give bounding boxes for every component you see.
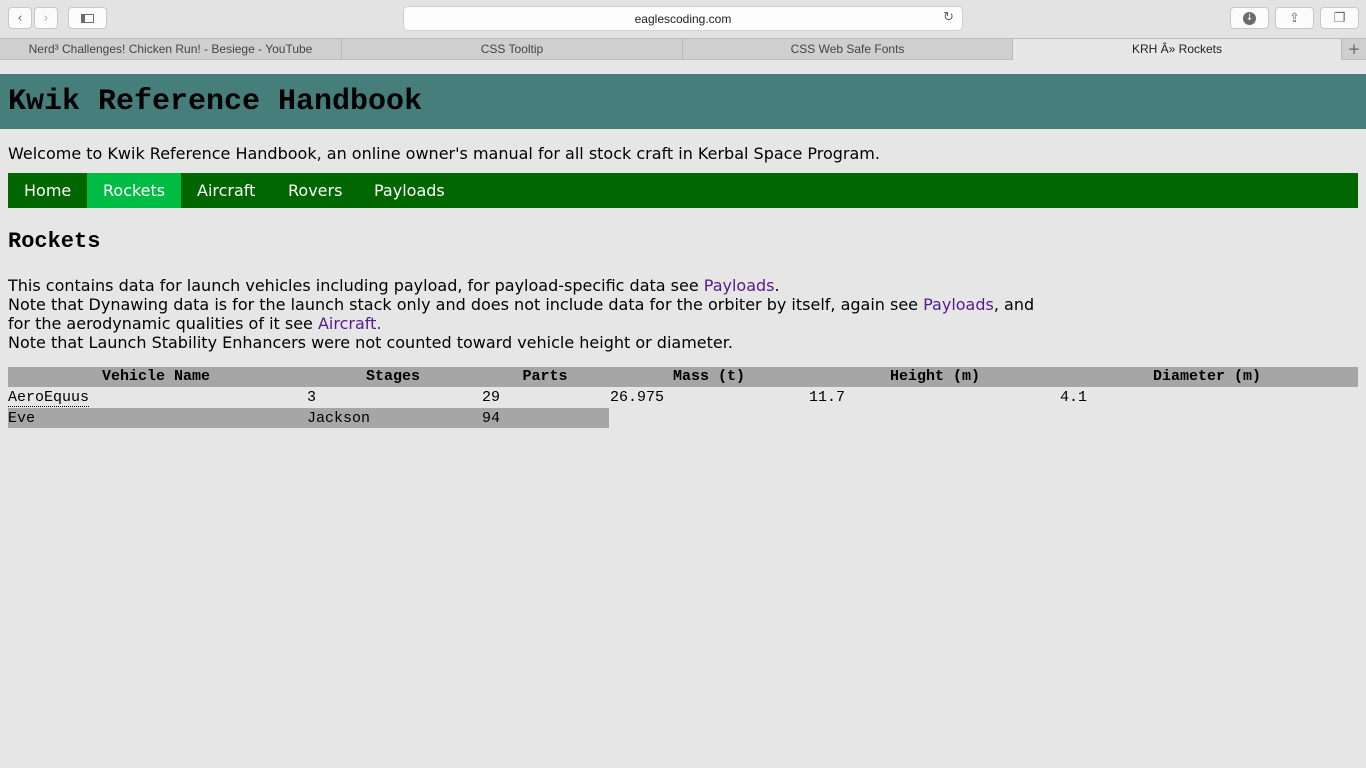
col-height: Height (m) <box>889 368 980 385</box>
col-parts: Parts <box>522 368 568 385</box>
col-diameter: Diameter (m) <box>1152 368 1262 385</box>
site-title: Kwik Reference Handbook <box>8 85 423 119</box>
site-header: Kwik Reference Handbook <box>0 74 1366 129</box>
new-tab-button[interactable]: + <box>1342 39 1366 60</box>
table-row: AeroEquus 3 29 26.975 11.7 4.1 <box>8 387 1358 407</box>
download-icon: ↓ <box>1243 11 1256 25</box>
address-bar[interactable]: eaglescoding.com ↻ <box>403 6 963 31</box>
col-vehicle-name: Vehicle Name <box>101 368 211 385</box>
tab-css-tooltip[interactable]: CSS Tooltip <box>342 39 683 60</box>
desc-line2-text: Note that Dynawing data is for the launc… <box>8 295 924 314</box>
cell-parts: 94 <box>482 410 501 427</box>
tab-css-web-safe-fonts[interactable]: CSS Web Safe Fonts <box>683 39 1013 60</box>
tabs-overview-button[interactable]: ❐ <box>1320 7 1359 29</box>
desc-line3-text: for the aerodynamic qualities of it see <box>8 314 318 333</box>
aircraft-link[interactable]: Aircraft. <box>318 314 382 333</box>
tab-krh-rockets[interactable]: KRH Â» Rockets <box>1013 39 1342 60</box>
welcome-text: Welcome to Kwik Reference Handbook, an o… <box>8 144 880 163</box>
back-button[interactable]: ‹ <box>8 7 32 29</box>
nav-rockets[interactable]: Rockets <box>87 173 182 208</box>
cell-parts: 29 <box>482 389 501 406</box>
nav-rovers[interactable]: Rovers <box>272 173 358 208</box>
tabs-icon: ❐ <box>1333 10 1346 26</box>
desc-line2-end: , and <box>993 295 1035 314</box>
col-stages: Stages <box>365 368 420 385</box>
tab-bar: Nerd³ Challenges! Chicken Run! - Besiege… <box>0 38 1366 60</box>
table-header: Vehicle Name Stages Parts Mass (t) Heigh… <box>8 367 1358 387</box>
chevron-left-icon: ‹ <box>17 10 23 26</box>
reload-icon[interactable]: ↻ <box>943 10 954 25</box>
page-title: Rockets <box>8 229 101 254</box>
desc-line4-text: Note that Launch Stability Enhancers wer… <box>8 333 733 352</box>
page-description: This contains data for launch vehicles i… <box>8 276 1034 352</box>
main-nav: Home Rockets Aircraft Rovers Payloads <box>8 173 1358 208</box>
cell-vehicle-name[interactable]: AeroEquus <box>8 389 90 407</box>
sidebar-icon <box>81 13 94 23</box>
forward-button[interactable]: › <box>34 7 58 29</box>
tab-youtube[interactable]: Nerd³ Challenges! Chicken Run! - Besiege… <box>0 39 342 60</box>
table-row: Eve Jackson 94 <box>8 408 609 428</box>
nav-home[interactable]: Home <box>8 173 87 208</box>
col-mass: Mass (t) <box>672 368 745 385</box>
cell-vehicle-name: Eve <box>8 410 36 427</box>
cell-stages: Jackson <box>307 410 371 427</box>
sidebar-button[interactable] <box>68 7 107 29</box>
browser-toolbar: ‹ › eaglescoding.com ↻ ↓ ⇪ ❐ <box>0 0 1366 38</box>
payloads-link-2[interactable]: Payloads <box>923 295 994 314</box>
url-text: eaglescoding.com <box>634 12 732 26</box>
downloads-button[interactable]: ↓ <box>1230 7 1269 29</box>
cell-stages: 3 <box>307 389 317 406</box>
chevron-right-icon: › <box>43 10 49 26</box>
cell-height: 11.7 <box>809 389 846 406</box>
share-button[interactable]: ⇪ <box>1275 7 1314 29</box>
desc-line1-end: . <box>774 276 780 295</box>
cell-mass: 26.975 <box>610 389 665 406</box>
share-icon: ⇪ <box>1289 10 1300 26</box>
payloads-link[interactable]: Payloads <box>704 276 775 295</box>
nav-aircraft[interactable]: Aircraft <box>181 173 271 208</box>
nav-payloads[interactable]: Payloads <box>358 173 461 208</box>
cell-diameter: 4.1 <box>1060 389 1088 406</box>
desc-line1-text: This contains data for launch vehicles i… <box>8 276 704 295</box>
